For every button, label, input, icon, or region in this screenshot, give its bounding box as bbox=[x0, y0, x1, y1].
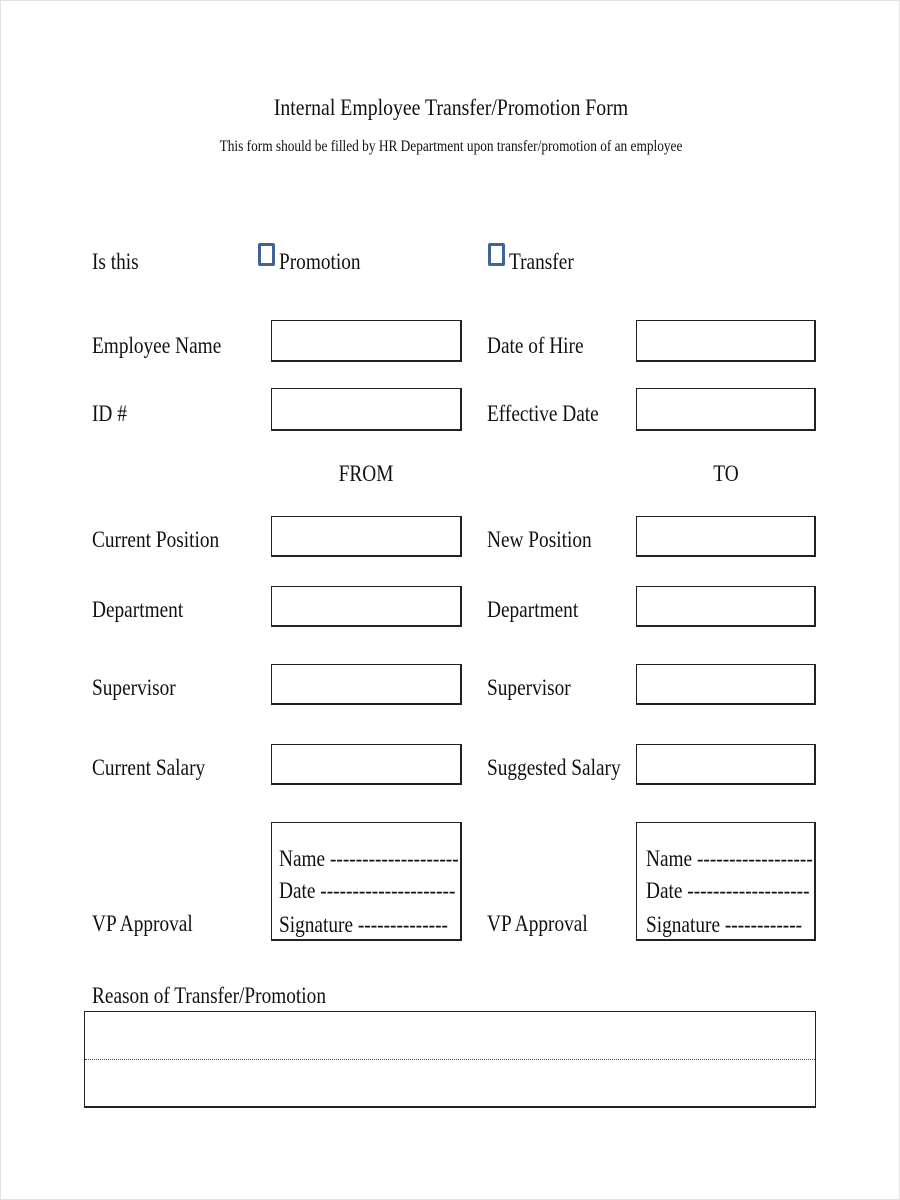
to-department-field[interactable] bbox=[636, 586, 816, 627]
from-vp-approval-box[interactable]: Name -------------------- Date ---------… bbox=[271, 822, 462, 941]
from-vp-date-line: Date --------------------- bbox=[279, 878, 456, 903]
transfer-checkbox[interactable] bbox=[488, 243, 505, 266]
from-supervisor-label: Supervisor bbox=[92, 675, 176, 700]
from-supervisor-input[interactable] bbox=[272, 665, 460, 703]
date-of-hire-field[interactable] bbox=[636, 320, 816, 362]
employee-name-label: Employee Name bbox=[92, 333, 222, 358]
employee-name-input[interactable] bbox=[272, 321, 460, 360]
suggested-salary-input[interactable] bbox=[637, 745, 814, 783]
form-title: Internal Employee Transfer/Promotion For… bbox=[273, 95, 629, 120]
date-of-hire-input[interactable] bbox=[637, 321, 814, 360]
current-salary-field[interactable] bbox=[271, 744, 462, 785]
from-vp-approval-label: VP Approval bbox=[92, 911, 193, 936]
effective-date-field[interactable] bbox=[636, 388, 816, 431]
date-of-hire-label: Date of Hire bbox=[487, 333, 584, 358]
from-department-input[interactable] bbox=[272, 587, 460, 625]
to-vp-date-line: Date ------------------- bbox=[646, 878, 810, 903]
reason-input-1[interactable] bbox=[85, 1012, 815, 1058]
to-supervisor-label: Supervisor bbox=[487, 675, 571, 700]
new-position-field[interactable] bbox=[636, 516, 816, 557]
to-vp-approval-box[interactable]: Name ------------------ Date -----------… bbox=[636, 822, 816, 941]
from-supervisor-field[interactable] bbox=[271, 664, 462, 705]
to-department-label: Department bbox=[487, 597, 579, 622]
current-salary-label: Current Salary bbox=[92, 755, 206, 780]
is-this-label: Is this bbox=[92, 249, 139, 274]
reason-box[interactable] bbox=[84, 1011, 816, 1108]
to-supervisor-input[interactable] bbox=[637, 665, 814, 703]
reason-label: Reason of Transfer/Promotion bbox=[92, 983, 326, 1008]
from-vp-signature-line: Signature -------------- bbox=[279, 912, 448, 937]
reason-line-2[interactable] bbox=[85, 1060, 815, 1106]
id-label: ID # bbox=[92, 401, 127, 426]
new-position-label: New Position bbox=[487, 527, 592, 552]
effective-date-label: Effective Date bbox=[487, 401, 599, 426]
new-position-input[interactable] bbox=[637, 517, 814, 555]
to-supervisor-field[interactable] bbox=[636, 664, 816, 705]
suggested-salary-field[interactable] bbox=[636, 744, 816, 785]
promotion-checkbox[interactable] bbox=[258, 243, 275, 266]
from-department-label: Department bbox=[92, 597, 184, 622]
current-position-field[interactable] bbox=[271, 516, 462, 557]
from-heading: FROM bbox=[338, 461, 394, 486]
from-department-field[interactable] bbox=[271, 586, 462, 627]
to-vp-name-line: Name ------------------ bbox=[646, 846, 813, 871]
id-input[interactable] bbox=[272, 389, 460, 429]
to-vp-approval-label: VP Approval bbox=[487, 911, 588, 936]
from-vp-name-line: Name -------------------- bbox=[279, 846, 459, 871]
effective-date-input[interactable] bbox=[637, 389, 814, 429]
reason-line-1[interactable] bbox=[85, 1012, 815, 1058]
current-position-label: Current Position bbox=[92, 527, 220, 552]
current-salary-input[interactable] bbox=[272, 745, 460, 783]
to-department-input[interactable] bbox=[637, 587, 814, 625]
id-field[interactable] bbox=[271, 388, 462, 431]
promotion-label: Promotion bbox=[279, 249, 361, 274]
current-position-input[interactable] bbox=[272, 517, 460, 555]
to-heading: TO bbox=[713, 461, 739, 486]
to-vp-signature-line: Signature ------------ bbox=[646, 912, 803, 937]
form-page: Internal Employee Transfer/Promotion For… bbox=[0, 0, 900, 1200]
employee-name-field[interactable] bbox=[271, 320, 462, 362]
form-subtitle: This form should be filled by HR Departm… bbox=[219, 138, 683, 155]
suggested-salary-label: Suggested Salary bbox=[487, 755, 621, 780]
reason-input-2[interactable] bbox=[85, 1060, 815, 1106]
transfer-label: Transfer bbox=[509, 249, 574, 274]
